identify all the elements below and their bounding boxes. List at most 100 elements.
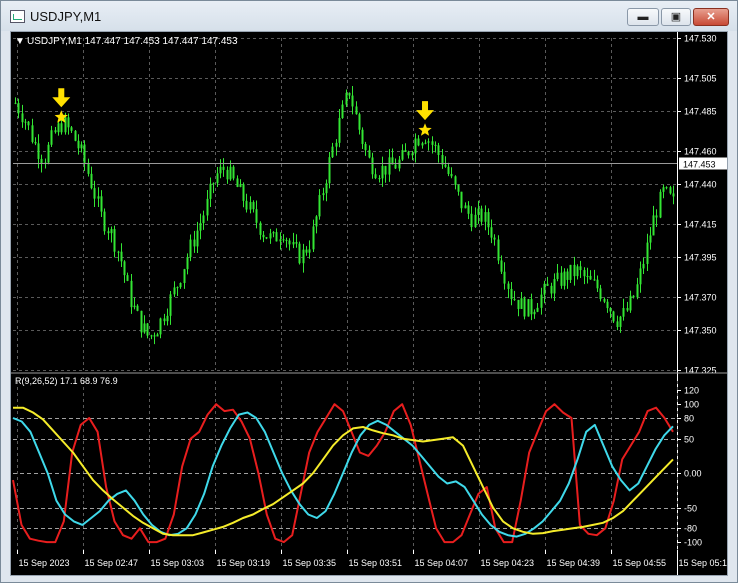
- candle-body: [467, 205, 470, 214]
- candle-body: [384, 165, 387, 175]
- candle-body: [150, 335, 153, 337]
- candle-body: [378, 178, 381, 180]
- candle-body: [672, 193, 675, 197]
- candle-body: [269, 233, 272, 239]
- candle-body: [100, 196, 103, 212]
- candle-body: [556, 272, 559, 280]
- candle-body: [285, 239, 288, 241]
- candle-body: [550, 285, 553, 294]
- time-label: 15 Sep 04:07: [415, 558, 469, 568]
- candle-body: [593, 279, 596, 281]
- candle-body: [510, 288, 513, 300]
- candle-body: [629, 295, 632, 311]
- candle-body: [642, 263, 645, 269]
- candle-body: [649, 235, 652, 243]
- candle-body: [80, 144, 83, 149]
- candle-body: [622, 308, 625, 317]
- candle-body: [669, 187, 672, 194]
- time-label: 15 Sep 2023: [19, 558, 70, 568]
- candle-body: [484, 212, 487, 222]
- candle-body: [583, 270, 586, 277]
- minimize-button[interactable]: ▬: [627, 8, 659, 26]
- price-label: 147.505: [684, 74, 717, 84]
- candle-body: [437, 145, 440, 155]
- indicator-label: 100: [684, 400, 699, 410]
- candle-body: [212, 183, 215, 185]
- indicator-label: -100: [684, 538, 702, 548]
- candle-body: [60, 123, 63, 133]
- indicator-label: -80: [684, 524, 697, 534]
- candle-body: [606, 301, 609, 309]
- time-label: 15 Sep 05:11: [679, 558, 728, 568]
- candle-body: [341, 104, 344, 119]
- time-label: 15 Sep 04:23: [481, 558, 535, 568]
- candle-body: [252, 202, 255, 210]
- chart-window-icon: [10, 10, 25, 23]
- candle-body: [196, 230, 199, 247]
- candle-body: [27, 121, 30, 126]
- candle-body: [523, 298, 526, 317]
- time-label: 15 Sep 03:35: [283, 558, 337, 568]
- candle-body: [64, 117, 67, 133]
- chart-canvas[interactable]: 147.530 147.505 147.485 147.460 147.440 147.4…: [11, 32, 727, 575]
- chart-client-area: 147.530 147.505 147.485 147.460 147.440 147.4…: [10, 31, 728, 576]
- candle-body: [493, 237, 496, 240]
- candle-body: [318, 195, 321, 217]
- candle-body: [487, 212, 490, 228]
- candle-body: [169, 294, 172, 316]
- candle-body: [464, 205, 467, 209]
- candle-body: [288, 240, 291, 245]
- candle-body: [37, 143, 40, 159]
- candle-body: [133, 305, 136, 308]
- candle-body: [530, 299, 533, 315]
- time-label: 15 Sep 03:51: [349, 558, 403, 568]
- candle-body: [404, 150, 407, 152]
- candle-body: [543, 283, 546, 295]
- indicator-label: -50: [684, 504, 697, 514]
- candle-body: [490, 227, 493, 238]
- candle-body: [295, 242, 298, 244]
- candle-body: [70, 127, 73, 131]
- candle-body: [21, 113, 24, 123]
- candle-body: [503, 271, 506, 284]
- candle-body: [576, 266, 579, 277]
- candle-body: [513, 299, 516, 301]
- candle-body: [573, 264, 576, 277]
- candle-body: [226, 169, 229, 180]
- candle-body: [120, 251, 123, 262]
- candle-body: [193, 239, 196, 247]
- candle-body: [457, 184, 460, 192]
- candle-body: [394, 164, 397, 169]
- candle-body: [312, 226, 315, 250]
- restore-button[interactable]: ▣: [661, 8, 691, 26]
- price-header: USDJPY,M1 147.447 147.453 147.447 147.45…: [27, 36, 238, 47]
- candle-body: [553, 279, 556, 294]
- candle-body: [348, 92, 351, 96]
- candle-body: [87, 162, 90, 174]
- close-button[interactable]: ✕: [693, 8, 729, 26]
- time-label: 15 Sep 02:47: [85, 558, 139, 568]
- candle-body: [477, 208, 480, 215]
- candle-body: [17, 102, 20, 114]
- candle-body: [361, 129, 364, 144]
- candle-body: [163, 318, 166, 322]
- candle-body: [305, 249, 308, 253]
- candle-body: [328, 157, 331, 184]
- candle-body: [533, 311, 536, 315]
- candle-body: [560, 272, 563, 286]
- candle-body: [569, 264, 572, 280]
- candle-body: [652, 215, 655, 236]
- candle-body: [626, 308, 629, 311]
- candle-body: [470, 213, 473, 228]
- title-bar[interactable]: USDJPY,M1 ▬ ▣ ✕: [1, 1, 737, 31]
- candle-body: [454, 176, 457, 185]
- candle-body: [298, 243, 301, 264]
- candle-body: [612, 311, 615, 322]
- price-label: 147.370: [684, 293, 717, 303]
- candle-body: [427, 141, 430, 143]
- candle-body: [229, 166, 232, 180]
- price-menu-icon[interactable]: ▼: [15, 36, 25, 47]
- candle-body: [596, 279, 599, 289]
- price-label: 147.440: [684, 180, 717, 190]
- price-label: 147.530: [684, 34, 717, 44]
